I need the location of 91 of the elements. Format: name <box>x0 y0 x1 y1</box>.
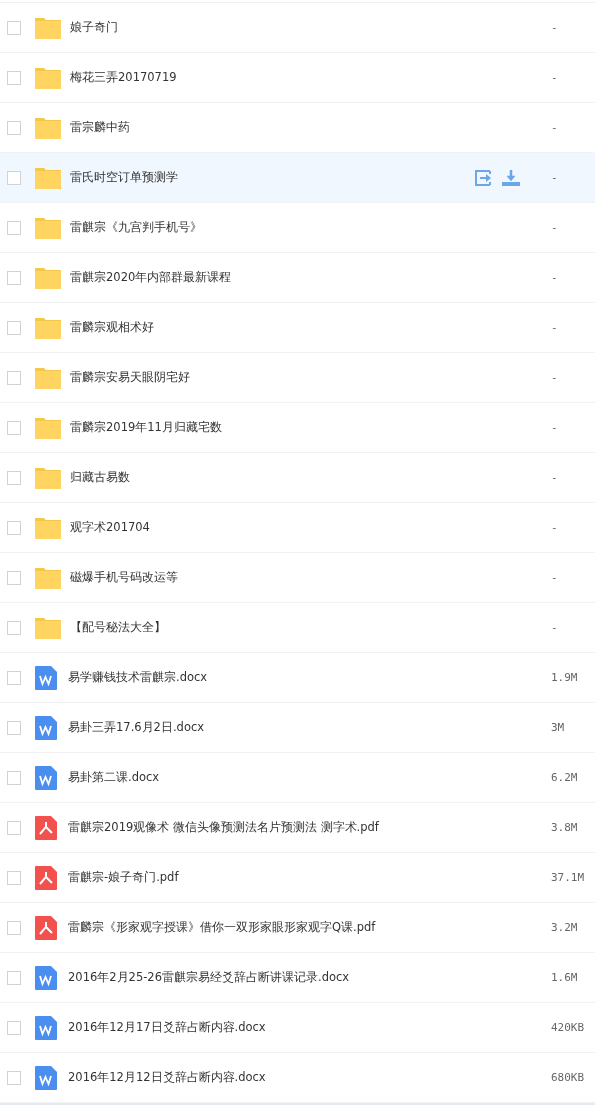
file-name[interactable]: 雷麒宗2019观像术 微信头像预测法名片预测法 测字术.pdf <box>68 820 475 835</box>
checkbox[interactable] <box>7 320 21 335</box>
folder-icon <box>35 316 61 339</box>
file-name[interactable]: 雷麟宗安易天眼阴宅好 <box>70 370 475 385</box>
file-size: 3.2M <box>551 921 579 934</box>
file-name[interactable]: 易卦三弄17.6月2日.docx <box>68 720 475 735</box>
checkbox[interactable] <box>7 570 21 585</box>
folder-icon <box>35 566 61 589</box>
file-name[interactable]: 雷麟宗观相术好 <box>70 320 475 335</box>
file-size: - <box>551 171 559 184</box>
checkbox[interactable] <box>7 520 21 535</box>
checkbox[interactable] <box>7 920 21 935</box>
pdf-document-icon <box>35 815 57 840</box>
file-size: - <box>551 71 559 84</box>
pdf-document-icon <box>35 915 57 940</box>
folder-icon <box>35 616 61 639</box>
word-document-icon <box>35 965 57 990</box>
file-name[interactable]: 【配号秘法大全】 <box>70 620 475 635</box>
file-size: 420KB <box>551 1021 586 1034</box>
file-name[interactable]: 雷麒宗-娘子奇门.pdf <box>68 870 475 885</box>
folder-icon <box>35 66 61 89</box>
file-name[interactable]: 磁爆手机号码改运等 <box>70 570 475 585</box>
file-size: - <box>551 521 559 534</box>
file-name[interactable]: 雷麟宗《形家观字授课》借你一双形家眼形家观字Q课.pdf <box>68 920 475 935</box>
file-size: - <box>551 621 559 634</box>
folder-icon <box>35 16 61 39</box>
file-size: - <box>551 471 559 484</box>
file-size: - <box>551 421 559 434</box>
checkbox[interactable] <box>7 620 21 635</box>
checkbox[interactable] <box>7 270 21 285</box>
file-name[interactable]: 雷麒宗2020年内部群最新课程 <box>70 270 475 285</box>
file-size: 6.2M <box>551 771 579 784</box>
download-icon[interactable] <box>502 169 520 186</box>
file-name[interactable]: 雷麒宗《九宫判手机号》 <box>70 220 475 235</box>
file-name[interactable]: 娘子奇门 <box>70 20 475 35</box>
file-size: - <box>551 321 559 334</box>
checkbox[interactable] <box>7 370 21 385</box>
file-size: - <box>551 371 559 384</box>
folder-icon <box>35 466 61 489</box>
checkbox[interactable] <box>7 120 21 135</box>
file-size: 3.8M <box>551 821 579 834</box>
checkbox[interactable] <box>7 70 21 85</box>
folder-icon <box>35 216 61 239</box>
checkbox[interactable] <box>7 1020 21 1035</box>
word-document-icon <box>35 1015 57 1040</box>
file-size: 3M <box>551 721 566 734</box>
checkbox[interactable] <box>7 20 21 35</box>
folder-icon <box>35 416 61 439</box>
checkbox[interactable] <box>7 220 21 235</box>
file-name[interactable]: 雷麟宗2019年11月归藏宅数 <box>70 420 475 435</box>
file-size: - <box>551 571 559 584</box>
file-name[interactable]: 2016年12月17日爻辞占断内容.docx <box>68 1020 475 1035</box>
file-name[interactable]: 雷宗麟中药 <box>70 120 475 135</box>
checkbox[interactable] <box>7 420 21 435</box>
file-size: 1.9M <box>551 671 579 684</box>
file-size: - <box>551 21 559 34</box>
checkbox[interactable] <box>7 870 21 885</box>
file-name[interactable]: 归藏古易数 <box>70 470 475 485</box>
checkbox[interactable] <box>7 470 21 485</box>
checkbox[interactable] <box>7 970 21 985</box>
file-size: 1.6M <box>551 971 579 984</box>
checkbox[interactable] <box>7 770 21 785</box>
folder-icon <box>35 166 61 189</box>
checkbox[interactable] <box>7 170 21 185</box>
file-name[interactable]: 2016年2月25-26雷麒宗易经爻辞占断讲课记录.docx <box>68 970 475 985</box>
folder-icon <box>35 516 61 539</box>
file-name[interactable]: 雷氏时空订单预测学 <box>70 170 475 185</box>
checkbox[interactable] <box>7 820 21 835</box>
word-document-icon <box>35 715 57 740</box>
file-name[interactable]: 2016年12月12日爻辞占断内容.docx <box>68 1070 475 1085</box>
file-size: 37.1M <box>551 871 586 884</box>
file-name[interactable]: 易卦第二课.docx <box>68 770 475 785</box>
file-size: - <box>551 271 559 284</box>
word-document-icon <box>35 765 57 790</box>
word-document-icon <box>35 1065 57 1090</box>
word-document-icon <box>35 665 57 690</box>
file-name[interactable]: 梅花三弄20170719 <box>70 70 475 85</box>
checkbox[interactable] <box>7 670 21 685</box>
move-icon[interactable] <box>475 169 492 186</box>
checkbox[interactable] <box>7 1070 21 1085</box>
file-row[interactable]: 雷氏时空订单预测学 - <box>0 153 595 203</box>
file-size: 680KB <box>551 1071 586 1084</box>
folder-icon <box>35 266 61 289</box>
checkbox[interactable] <box>7 720 21 735</box>
folder-icon <box>35 116 61 139</box>
file-name[interactable]: 易学赚钱技术雷麒宗.docx <box>68 670 475 685</box>
file-name[interactable]: 观字术201704 <box>70 520 475 535</box>
file-size: - <box>551 221 559 234</box>
folder-icon <box>35 366 61 389</box>
pdf-document-icon <box>35 865 57 890</box>
file-size: - <box>551 121 559 134</box>
